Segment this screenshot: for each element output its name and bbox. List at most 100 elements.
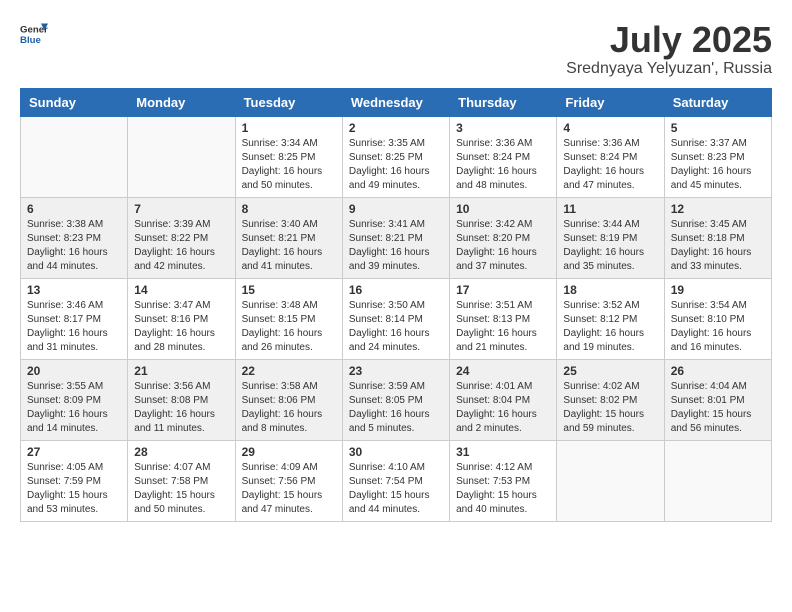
header-saturday: Saturday bbox=[664, 88, 771, 116]
day-number: 12 bbox=[671, 202, 765, 216]
table-row bbox=[557, 440, 664, 521]
day-number: 31 bbox=[456, 445, 550, 459]
table-row bbox=[664, 440, 771, 521]
table-row: 8 Sunrise: 3:40 AMSunset: 8:21 PMDaylight… bbox=[235, 197, 342, 278]
week-row-1: 1 Sunrise: 3:34 AMSunset: 8:25 PMDaylight… bbox=[21, 116, 772, 197]
table-row: 26Sunrise: 4:04 AMSunset: 8:01 PMDayligh… bbox=[664, 359, 771, 440]
day-number: 27 bbox=[27, 445, 121, 459]
day-info: Sunrise: 3:45 AMSunset: 8:18 PMDaylight:… bbox=[671, 218, 765, 274]
day-number: 2 bbox=[349, 121, 443, 135]
day-number: 20 bbox=[27, 364, 121, 378]
table-row: 5Sunrise: 3:37 AMSunset: 8:23 PMDaylight… bbox=[664, 116, 771, 197]
week-row-3: 13Sunrise: 3:46 AMSunset: 8:17 PMDayligh… bbox=[21, 278, 772, 359]
table-row: 11Sunrise: 3:44 AMSunset: 8:19 PMDayligh… bbox=[557, 197, 664, 278]
day-info: Sunrise: 3:47 AMSunset: 8:16 PMDaylight:… bbox=[134, 299, 228, 355]
header-tuesday: Tuesday bbox=[235, 88, 342, 116]
day-number: 30 bbox=[349, 445, 443, 459]
table-row: 18 Sunrise: 3:52 AMSunset: 8:12 PMDayligh… bbox=[557, 278, 664, 359]
day-number: 29 bbox=[242, 445, 336, 459]
day-info: Sunrise: 3:36 AMSunset: 8:24 PMDaylight:… bbox=[563, 137, 657, 193]
day-info: Sunrise: 3:44 AMSunset: 8:19 PMDaylight:… bbox=[563, 218, 657, 274]
day-number: 9 bbox=[349, 202, 443, 216]
day-info: Sunrise: 3:46 AMSunset: 8:17 PMDaylight:… bbox=[27, 299, 121, 355]
table-row: 10 Sunrise: 3:42 AMSunset: 8:20 PMDayligh… bbox=[450, 197, 557, 278]
day-info: Sunrise: 3:37 AMSunset: 8:23 PMDaylight:… bbox=[671, 137, 765, 193]
day-info: Sunrise: 4:02 AMSunset: 8:02 PMDaylight:… bbox=[563, 380, 657, 436]
table-row: 14 Sunrise: 3:47 AMSunset: 8:16 PMDayligh… bbox=[128, 278, 235, 359]
day-info: Sunrise: 3:52 AMSunset: 8:12 PMDaylight:… bbox=[563, 299, 657, 355]
week-row-4: 20Sunrise: 3:55 AMSunset: 8:09 PMDayligh… bbox=[21, 359, 772, 440]
logo-icon: General Blue bbox=[20, 20, 48, 48]
day-number: 15 bbox=[242, 283, 336, 297]
day-info: Sunrise: 3:59 AMSunset: 8:05 PMDaylight:… bbox=[349, 380, 443, 436]
table-row: 15 Sunrise: 3:48 AMSunset: 8:15 PMDayligh… bbox=[235, 278, 342, 359]
day-info: Sunrise: 3:35 AMSunset: 8:25 PMDaylight:… bbox=[349, 137, 443, 193]
weekday-header-row: Sunday Monday Tuesday Wednesday Thursday… bbox=[21, 88, 772, 116]
day-number: 26 bbox=[671, 364, 765, 378]
day-info: Sunrise: 3:34 AMSunset: 8:25 PMDaylight:… bbox=[242, 137, 336, 193]
day-info: Sunrise: 3:40 AMSunset: 8:21 PMDaylight:… bbox=[242, 218, 336, 274]
header-wednesday: Wednesday bbox=[342, 88, 449, 116]
day-info: Sunrise: 4:10 AMSunset: 7:54 PMDaylight:… bbox=[349, 461, 443, 517]
day-info: Sunrise: 3:56 AMSunset: 8:08 PMDaylight:… bbox=[134, 380, 228, 436]
header-monday: Monday bbox=[128, 88, 235, 116]
day-info: Sunrise: 4:01 AMSunset: 8:04 PMDaylight:… bbox=[456, 380, 550, 436]
day-number: 25 bbox=[563, 364, 657, 378]
day-info: Sunrise: 3:36 AMSunset: 8:24 PMDaylight:… bbox=[456, 137, 550, 193]
week-row-5: 27 Sunrise: 4:05 AMSunset: 7:59 PMDayligh… bbox=[21, 440, 772, 521]
header-thursday: Thursday bbox=[450, 88, 557, 116]
day-info: Sunrise: 3:42 AMSunset: 8:20 PMDaylight:… bbox=[456, 218, 550, 274]
day-number: 7 bbox=[134, 202, 228, 216]
month-year-title: July 2025 bbox=[566, 20, 772, 60]
day-info: Sunrise: 3:50 AMSunset: 8:14 PMDaylight:… bbox=[349, 299, 443, 355]
table-row: 21 Sunrise: 3:56 AMSunset: 8:08 PMDayligh… bbox=[128, 359, 235, 440]
table-row: 19 Sunrise: 3:54 AMSunset: 8:10 PMDayligh… bbox=[664, 278, 771, 359]
table-row: 1 Sunrise: 3:34 AMSunset: 8:25 PMDaylight… bbox=[235, 116, 342, 197]
table-row: 17Sunrise: 3:51 AMSunset: 8:13 PMDayligh… bbox=[450, 278, 557, 359]
table-row: 30 Sunrise: 4:10 AMSunset: 7:54 PMDayligh… bbox=[342, 440, 449, 521]
day-info: Sunrise: 3:51 AMSunset: 8:13 PMDaylight:… bbox=[456, 299, 550, 355]
day-info: Sunrise: 4:05 AMSunset: 7:59 PMDaylight:… bbox=[27, 461, 121, 517]
header-sunday: Sunday bbox=[21, 88, 128, 116]
day-number: 21 bbox=[134, 364, 228, 378]
header-friday: Friday bbox=[557, 88, 664, 116]
day-info: Sunrise: 4:09 AMSunset: 7:56 PMDaylight:… bbox=[242, 461, 336, 517]
title-area: July 2025 Srednyaya Yelyuzan', Russia bbox=[566, 20, 772, 78]
table-row: 2 Sunrise: 3:35 AMSunset: 8:25 PMDaylight… bbox=[342, 116, 449, 197]
table-row: 4Sunrise: 3:36 AMSunset: 8:24 PMDaylight… bbox=[557, 116, 664, 197]
day-number: 6 bbox=[27, 202, 121, 216]
day-info: Sunrise: 3:48 AMSunset: 8:15 PMDaylight:… bbox=[242, 299, 336, 355]
table-row bbox=[128, 116, 235, 197]
svg-text:Blue: Blue bbox=[20, 35, 41, 46]
table-row: 16Sunrise: 3:50 AMSunset: 8:14 PMDayligh… bbox=[342, 278, 449, 359]
logo: General Blue bbox=[20, 20, 48, 48]
table-row: 27 Sunrise: 4:05 AMSunset: 7:59 PMDayligh… bbox=[21, 440, 128, 521]
day-number: 8 bbox=[242, 202, 336, 216]
location-subtitle: Srednyaya Yelyuzan', Russia bbox=[566, 60, 772, 78]
day-number: 18 bbox=[563, 283, 657, 297]
table-row: 13Sunrise: 3:46 AMSunset: 8:17 PMDayligh… bbox=[21, 278, 128, 359]
table-row: 29 Sunrise: 4:09 AMSunset: 7:56 PMDayligh… bbox=[235, 440, 342, 521]
table-row: 3Sunrise: 3:36 AMSunset: 8:24 PMDaylight… bbox=[450, 116, 557, 197]
table-row: 12 Sunrise: 3:45 AMSunset: 8:18 PMDayligh… bbox=[664, 197, 771, 278]
day-info: Sunrise: 3:54 AMSunset: 8:10 PMDaylight:… bbox=[671, 299, 765, 355]
table-row: 31Sunrise: 4:12 AMSunset: 7:53 PMDayligh… bbox=[450, 440, 557, 521]
day-info: Sunrise: 4:07 AMSunset: 7:58 PMDaylight:… bbox=[134, 461, 228, 517]
table-row bbox=[21, 116, 128, 197]
day-info: Sunrise: 3:41 AMSunset: 8:21 PMDaylight:… bbox=[349, 218, 443, 274]
table-row: 23 Sunrise: 3:59 AMSunset: 8:05 PMDayligh… bbox=[342, 359, 449, 440]
calendar-table: Sunday Monday Tuesday Wednesday Thursday… bbox=[20, 88, 772, 522]
day-number: 19 bbox=[671, 283, 765, 297]
table-row: 28Sunrise: 4:07 AMSunset: 7:58 PMDayligh… bbox=[128, 440, 235, 521]
day-number: 10 bbox=[456, 202, 550, 216]
week-row-2: 6 Sunrise: 3:38 AMSunset: 8:23 PMDaylight… bbox=[21, 197, 772, 278]
day-number: 22 bbox=[242, 364, 336, 378]
day-number: 1 bbox=[242, 121, 336, 135]
page-header: General Blue July 2025 Srednyaya Yelyuza… bbox=[20, 20, 772, 78]
day-info: Sunrise: 3:38 AMSunset: 8:23 PMDaylight:… bbox=[27, 218, 121, 274]
table-row: 22Sunrise: 3:58 AMSunset: 8:06 PMDayligh… bbox=[235, 359, 342, 440]
day-number: 14 bbox=[134, 283, 228, 297]
table-row: 24Sunrise: 4:01 AMSunset: 8:04 PMDayligh… bbox=[450, 359, 557, 440]
table-row: 25 Sunrise: 4:02 AMSunset: 8:02 PMDayligh… bbox=[557, 359, 664, 440]
day-number: 23 bbox=[349, 364, 443, 378]
